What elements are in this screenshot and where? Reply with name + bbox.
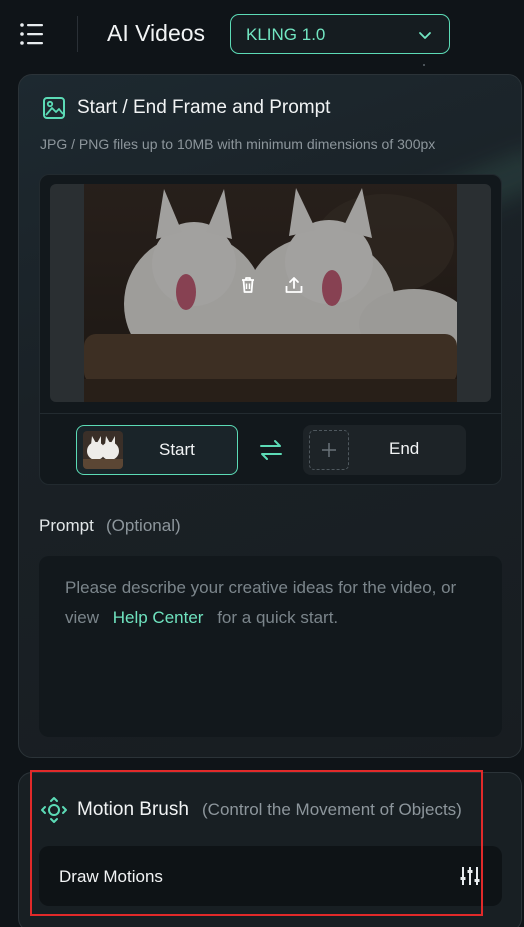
prompt-title: Prompt xyxy=(39,516,94,535)
upload-icon[interactable] xyxy=(283,274,305,296)
page-title: AI Videos xyxy=(107,20,206,46)
chevron-down-icon xyxy=(417,27,433,48)
prompt-placeholder-pre: view xyxy=(65,608,100,627)
trash-icon[interactable] xyxy=(237,274,259,296)
motion-brush-icon xyxy=(40,796,68,824)
start-label: Start xyxy=(159,440,195,459)
prompt-placeholder-line2: view Help Center for a quick start. xyxy=(65,608,338,628)
motion-brush-title: Motion Brush xyxy=(77,799,189,820)
divider xyxy=(77,16,78,52)
draw-motions-label: Draw Motions xyxy=(59,867,163,886)
dogs-photo xyxy=(84,184,457,402)
frame-section-title: Start / End Frame and Prompt xyxy=(77,97,331,118)
model-select[interactable]: KLING 1.0 xyxy=(230,14,450,54)
prompt-input[interactable]: Please describe your creative ideas for … xyxy=(39,556,502,737)
prompt-placeholder-post: for a quick start. xyxy=(217,608,339,627)
end-frame-button[interactable]: End xyxy=(303,425,466,475)
menu-icon[interactable] xyxy=(18,20,46,48)
help-center-link[interactable]: Help Center xyxy=(113,608,204,627)
top-bar: AI Videos KLING 1.0 xyxy=(0,0,524,68)
motion-brush-subtitle: (Control the Movement of Objects) xyxy=(202,800,462,819)
sliders-icon[interactable] xyxy=(458,864,482,888)
decor-dot xyxy=(423,64,425,66)
swap-icon[interactable] xyxy=(258,438,284,462)
frame-preview[interactable] xyxy=(50,184,491,402)
frame-section-subtitle: JPG / PNG files up to 10MB with minimum … xyxy=(40,136,436,152)
draw-motions-button[interactable]: Draw Motions xyxy=(39,846,502,906)
start-frame-button[interactable]: Start xyxy=(76,425,238,475)
image-icon xyxy=(42,96,66,120)
start-thumbnail xyxy=(83,431,123,469)
model-select-value: KLING 1.0 xyxy=(246,25,326,44)
prompt-placeholder-line1: Please describe your creative ideas for … xyxy=(65,578,457,597)
card-divider xyxy=(40,413,501,414)
plus-icon xyxy=(309,430,349,470)
end-label: End xyxy=(389,439,420,458)
prompt-optional-label: (Optional) xyxy=(106,516,181,535)
